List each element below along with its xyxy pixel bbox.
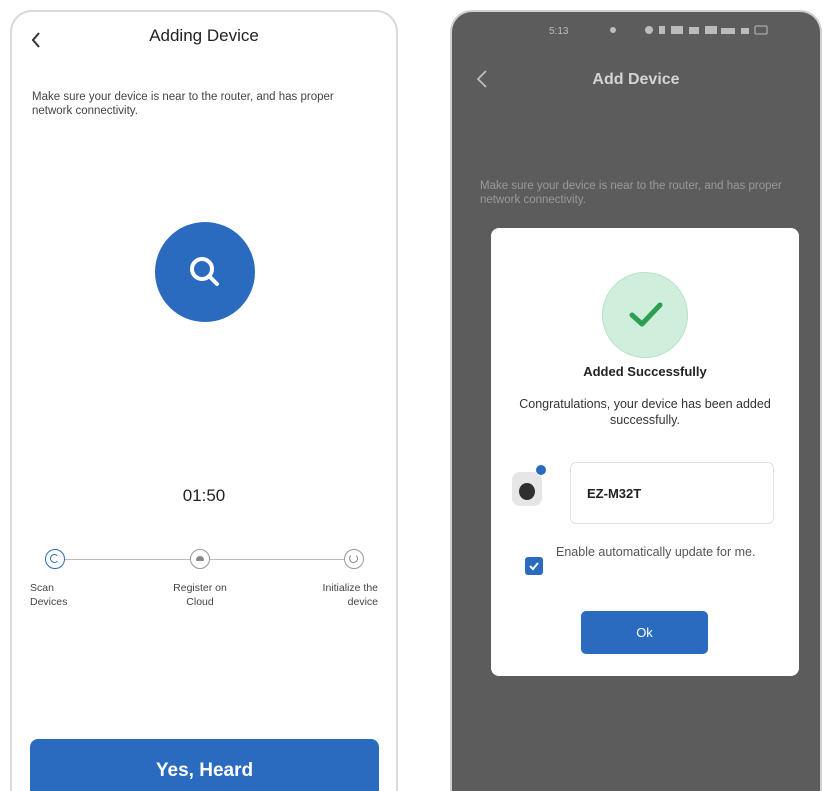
hint-text: Make sure your device is near to the rou… [32, 91, 334, 117]
refresh-icon [344, 549, 364, 569]
auto-update-label: Enable automatically update for me. [556, 545, 756, 559]
device-thumbnail [509, 462, 547, 514]
progress-line [57, 559, 363, 560]
status-bar: 5:13 [452, 12, 820, 54]
ok-button[interactable]: Ok [581, 611, 708, 654]
dialog-message: Congratulations, your device has been ad… [519, 397, 771, 427]
hint-text: Make sure your device is near to the rou… [480, 180, 782, 206]
auto-update-checkbox[interactable] [525, 557, 543, 575]
camera-icon [512, 472, 542, 506]
step-label-initialize: Initialize the device [322, 582, 378, 608]
dialog-title: Added Successfully [583, 364, 707, 379]
cloud-icon [190, 549, 210, 569]
scan-spinner-icon [45, 549, 65, 569]
adding-device-screen: Adding Device Make sure your device is n… [10, 10, 398, 791]
step-label-scan: Scan Devices [30, 582, 68, 608]
device-name: EZ-M32T [587, 486, 642, 501]
status-indicators-icon [610, 25, 768, 35]
countdown-timer: 01:50 [182, 486, 226, 505]
success-badge [602, 272, 688, 358]
check-icon [529, 562, 539, 571]
add-device-screen: 5:13 Add Device Make sure your device is… [450, 10, 822, 791]
page-title: Add Device [592, 71, 680, 88]
checkmark-icon [629, 302, 663, 327]
status-time: 5:13 [549, 26, 569, 37]
search-icon [190, 257, 219, 286]
yes-heard-button[interactable]: Yes, Heard [30, 739, 379, 791]
step-label-register: Register on Cloud [173, 582, 227, 608]
success-dialog: Added Successfully Congratulations, your… [491, 228, 799, 676]
status-icons [609, 24, 769, 39]
page-title: Adding Device [149, 26, 259, 45]
scan-button[interactable] [155, 222, 255, 322]
status-badge [535, 464, 547, 476]
